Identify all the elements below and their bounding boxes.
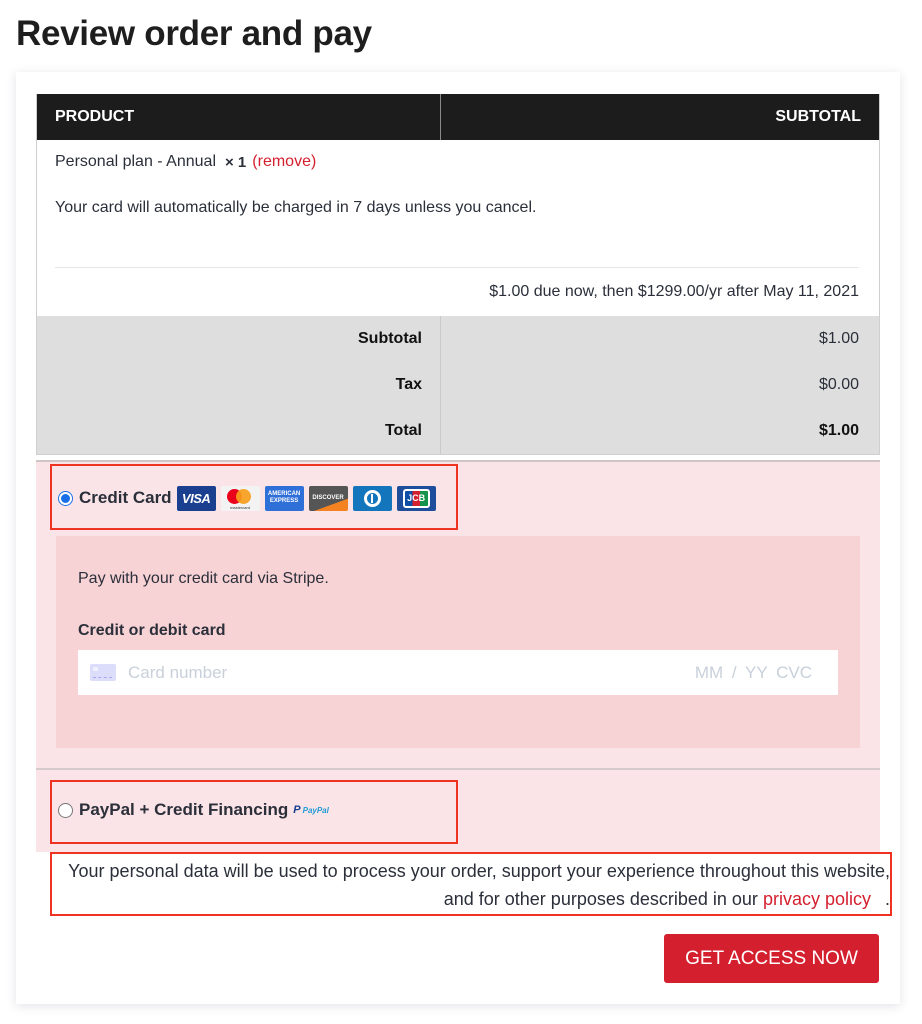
order-review-table: PRODUCT SUBTOTAL Personal plan - Annual … bbox=[36, 94, 880, 455]
get-access-now-button[interactable]: GET ACCESS NOW bbox=[664, 934, 879, 983]
product-row: Personal plan - Annual × 1 (remove) Your… bbox=[37, 140, 879, 316]
visa-icon: VISA bbox=[176, 485, 216, 511]
discover-icon: DISCOVER bbox=[308, 485, 348, 511]
card-field-label: Credit or debit card bbox=[78, 622, 226, 639]
totals-row-total: Total $1.00 bbox=[37, 408, 879, 454]
payment-method-credit-card[interactable]: Credit Card VISA mastercard AMERICAN EXP… bbox=[58, 480, 436, 516]
remove-item-link[interactable]: (remove) bbox=[252, 153, 316, 171]
checkout-card: PRODUCT SUBTOTAL Personal plan - Annual … bbox=[16, 72, 900, 1004]
product-quantity: × 1 bbox=[225, 153, 247, 171]
column-header-subtotal: SUBTOTAL bbox=[775, 108, 861, 125]
privacy-end: . bbox=[884, 889, 890, 909]
table-header: PRODUCT SUBTOTAL bbox=[37, 94, 879, 140]
card-details-input[interactable]: Card number MM / YY CVC bbox=[78, 650, 838, 695]
totals-label: Subtotal bbox=[37, 316, 441, 362]
privacy-policy-link[interactable]: privacy policy bbox=[763, 889, 871, 909]
page-title: Review order and pay bbox=[16, 14, 372, 53]
stripe-payment-box: Pay with your credit card via Stripe. Cr… bbox=[56, 536, 860, 748]
payment-divider bbox=[36, 768, 880, 770]
expiry-cvc-input[interactable]: MM / YY CVC bbox=[695, 663, 812, 683]
credit-card-icon bbox=[90, 664, 116, 681]
totals-label: Tax bbox=[37, 362, 441, 408]
product-name: Personal plan - Annual bbox=[55, 153, 216, 170]
privacy-notice: Your personal data will be used to proce… bbox=[50, 852, 892, 916]
totals-value: $1.00 bbox=[818, 330, 859, 347]
payment-method-paypal[interactable]: PayPal + Credit Financing P PayPal bbox=[58, 792, 329, 828]
totals-row-tax: Tax $0.00 bbox=[37, 362, 879, 408]
payment-methods: Credit Card VISA mastercard AMERICAN EXP… bbox=[36, 460, 880, 852]
credit-card-label: Credit Card bbox=[79, 488, 172, 507]
stripe-description: Pay with your credit card via Stripe. bbox=[78, 570, 329, 587]
credit-card-radio[interactable] bbox=[58, 490, 73, 506]
paypal-label: PayPal + Credit Financing bbox=[79, 800, 289, 819]
auto-charge-note: Your card will automatically be charged … bbox=[55, 199, 537, 216]
mastercard-icon: mastercard bbox=[220, 485, 260, 511]
due-now-summary: $1.00 due now, then $1299.00/yr after Ma… bbox=[489, 283, 859, 300]
totals-label: Total bbox=[37, 408, 441, 454]
amex-icon: AMERICAN EXPRESS bbox=[264, 485, 304, 511]
column-header-product: PRODUCT bbox=[37, 94, 441, 140]
paypal-radio[interactable] bbox=[58, 802, 73, 818]
jcb-icon: JCB bbox=[396, 485, 436, 511]
totals-row-subtotal: Subtotal $1.00 bbox=[37, 316, 879, 362]
totals-value: $0.00 bbox=[818, 376, 859, 393]
product-line: Personal plan - Annual × 1 (remove) bbox=[55, 140, 859, 184]
card-number-input[interactable]: Card number bbox=[128, 663, 695, 683]
card-brand-logos: VISA mastercard AMERICAN EXPRESS DISCOVE… bbox=[176, 485, 436, 511]
diners-club-icon bbox=[352, 485, 392, 511]
totals-section: Subtotal $1.00 Tax $0.00 Total $1.00 bbox=[37, 316, 879, 454]
row-divider bbox=[55, 232, 859, 268]
paypal-icon: P PayPal bbox=[293, 804, 329, 816]
totals-value: $1.00 bbox=[818, 422, 859, 439]
